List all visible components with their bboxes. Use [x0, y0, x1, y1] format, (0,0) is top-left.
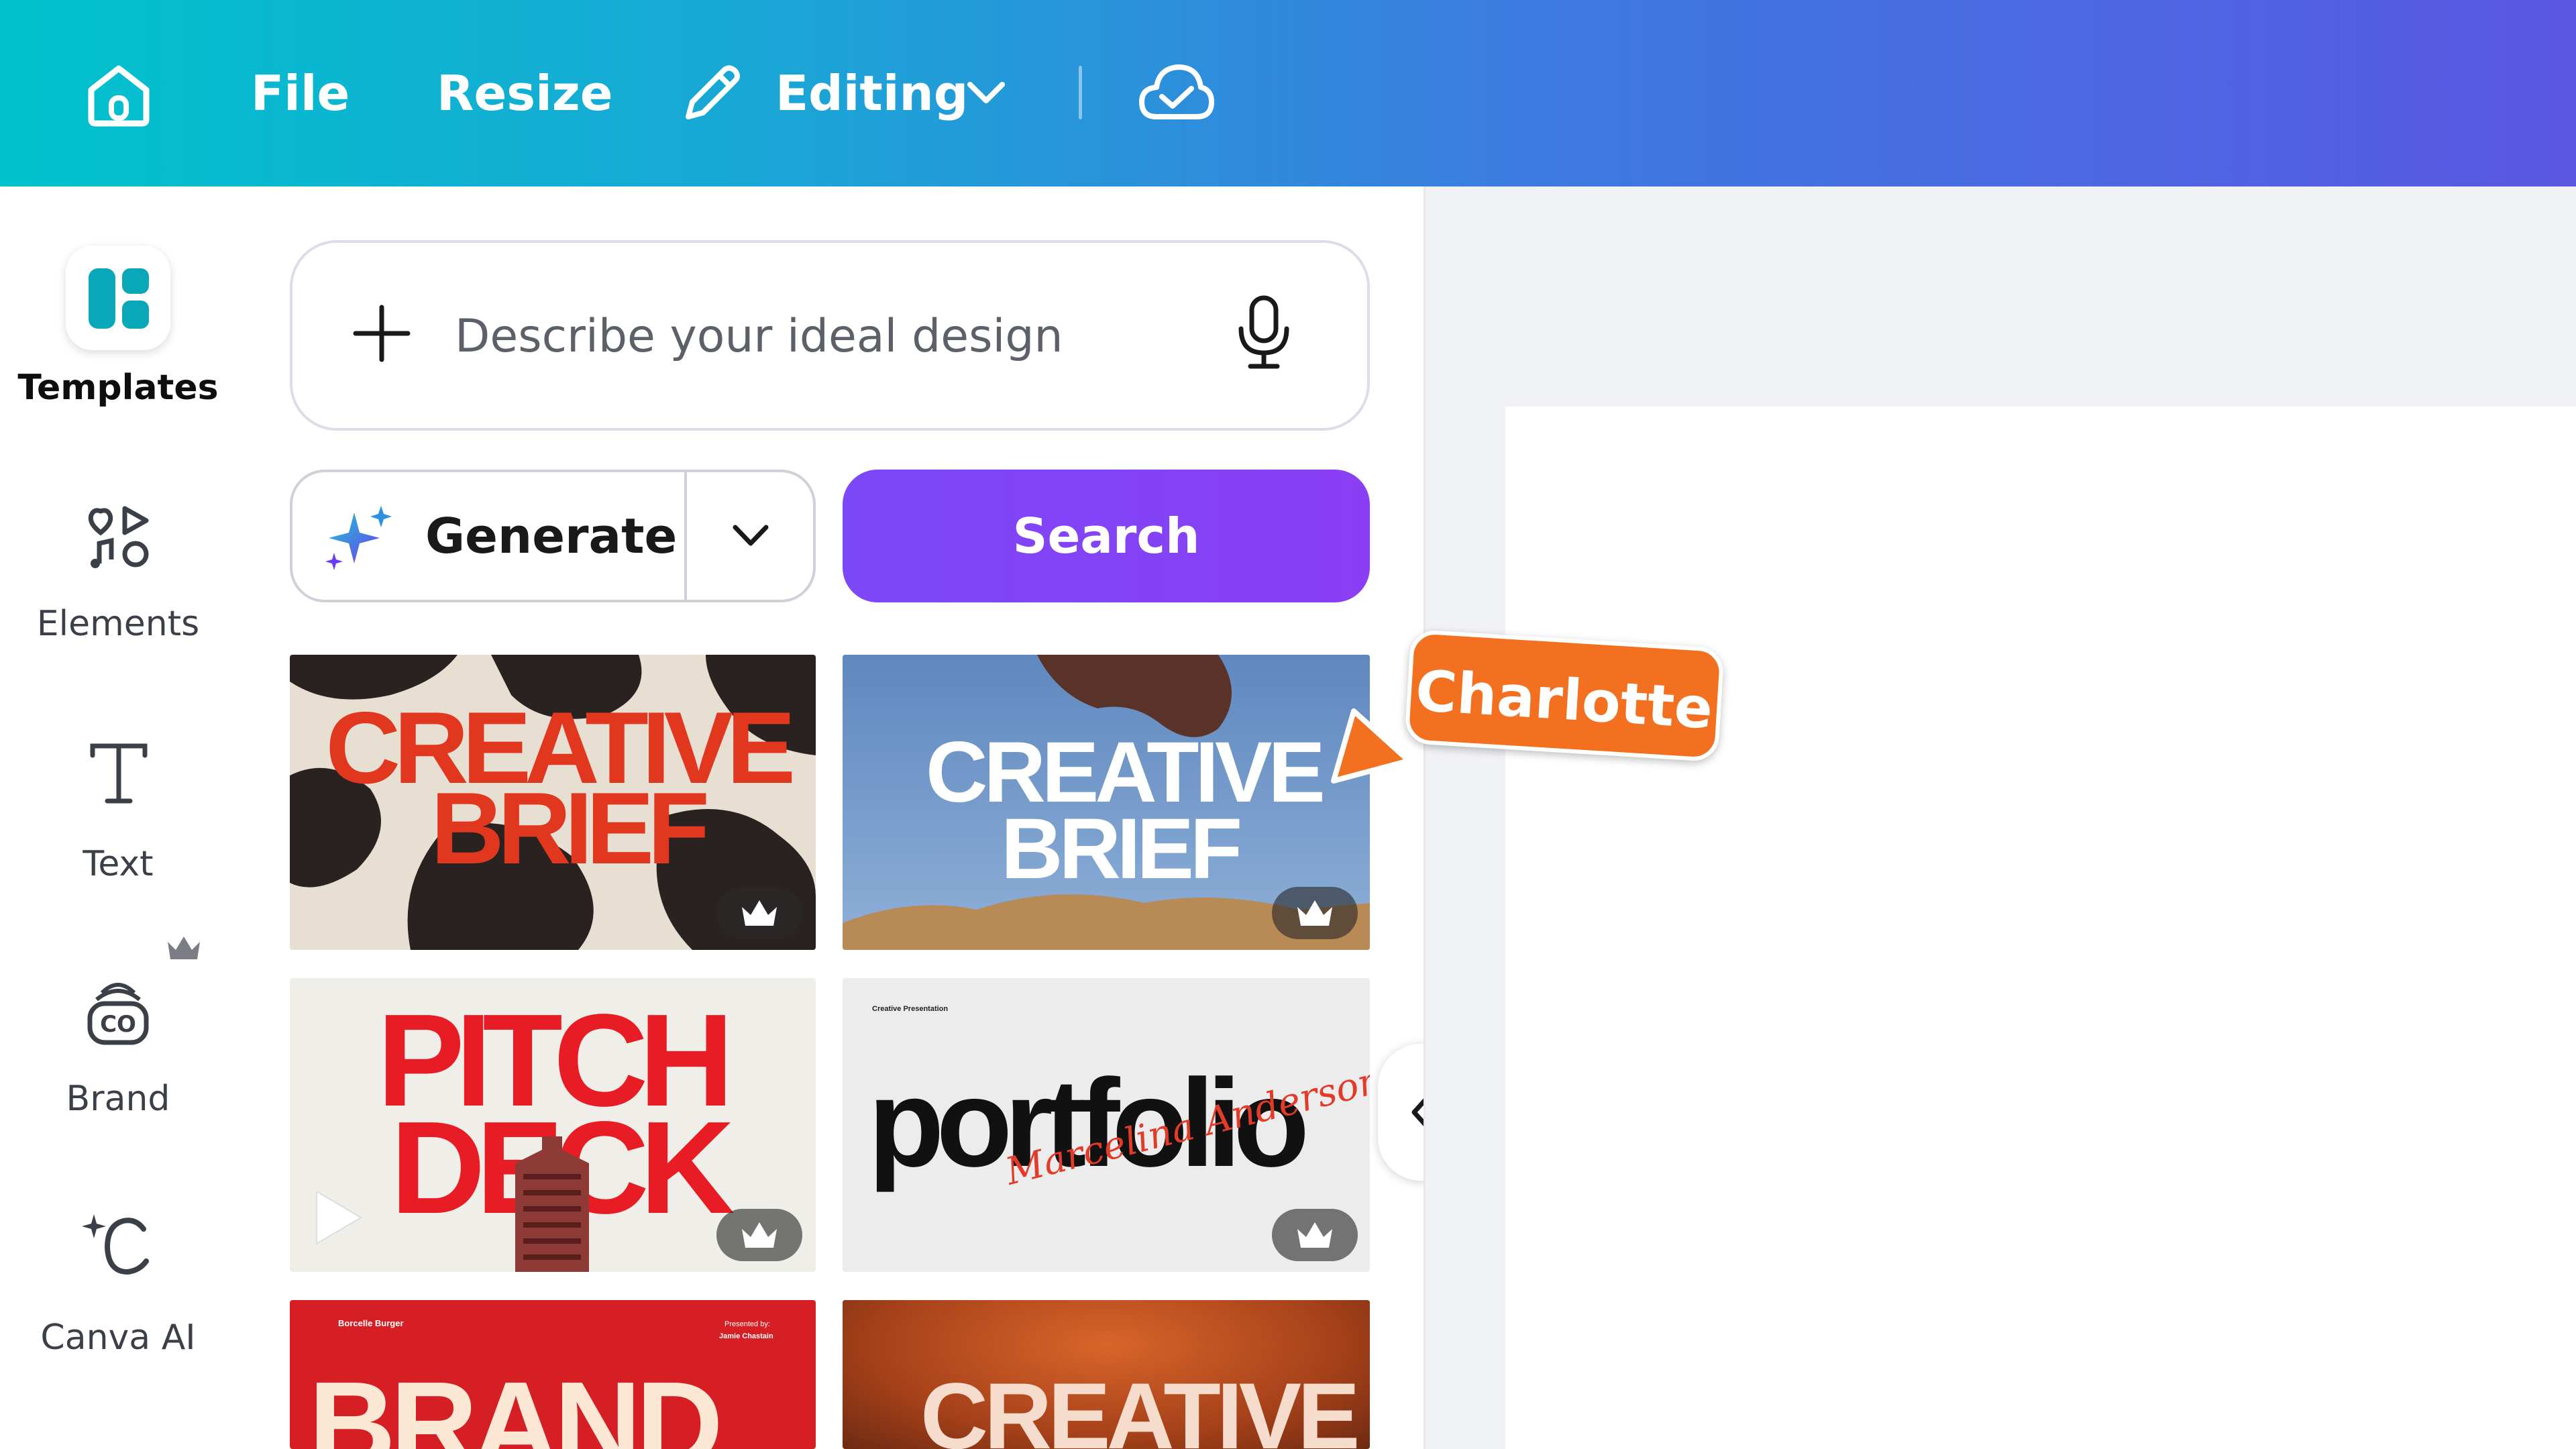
- template-card[interactable]: CREATIVE: [843, 1300, 1370, 1449]
- microphone-icon[interactable]: [1233, 295, 1295, 370]
- elements-icon: [88, 506, 149, 568]
- resize-button[interactable]: Resize: [437, 0, 613, 186]
- template-card[interactable]: Creative Presentation portfolio Marcelin…: [843, 978, 1370, 1272]
- chevron-down-icon: [733, 525, 769, 546]
- nav-label-elements: Elements: [36, 604, 200, 644]
- top-toolbar: File Resize Editing: [0, 0, 2576, 186]
- cloud-check-icon[interactable]: [1136, 59, 1216, 126]
- template-card[interactable]: CREATIVE BRIEF: [843, 655, 1370, 950]
- nav-label-templates: Templates: [17, 368, 219, 408]
- template-card[interactable]: PITCH DECK: [290, 978, 816, 1272]
- nav-item-canva-ai[interactable]: Canva AI: [0, 1208, 236, 1375]
- plus-icon[interactable]: [349, 301, 415, 366]
- design-prompt-input[interactable]: [453, 299, 1191, 373]
- brand-icon: CO: [87, 983, 149, 1045]
- nav-label-text: Text: [83, 844, 154, 884]
- generate-button[interactable]: Generate: [292, 472, 684, 600]
- generate-label: Generate: [425, 508, 678, 564]
- template-title: BRAND: [309, 1357, 723, 1449]
- crown-icon: [742, 1222, 777, 1248]
- nav-item-brand[interactable]: CO Brand: [0, 930, 236, 1138]
- chevron-down-icon[interactable]: [962, 72, 1010, 113]
- collaborator-name-tag: Charlotte: [1404, 629, 1725, 763]
- generate-split-button: Generate: [290, 470, 816, 602]
- crown-icon: [1297, 900, 1332, 926]
- file-menu-button[interactable]: File: [251, 0, 350, 186]
- templates-icon: [89, 268, 149, 329]
- toolbar-divider: [1079, 66, 1082, 119]
- template-card[interactable]: Borcelle Burger Presented by: Jamie Chas…: [290, 1300, 816, 1449]
- template-small-top-right: Presented by:: [724, 1320, 770, 1328]
- building-image: [515, 1136, 589, 1272]
- editing-mode-button[interactable]: Editing: [775, 0, 968, 186]
- nav-label-brand: Brand: [66, 1079, 170, 1119]
- template-card[interactable]: CREATIVE BRIEF: [290, 655, 816, 950]
- template-small-top-right: Jamie Chastain: [719, 1332, 773, 1340]
- premium-crown-icon: [168, 936, 200, 959]
- nav-item-elements[interactable]: Elements: [0, 496, 236, 657]
- template-title-line2: BRIEF: [1001, 801, 1242, 897]
- canva-ai-icon: [82, 1214, 149, 1275]
- template-title: CREATIVE: [920, 1363, 1360, 1449]
- template-small-heading: Creative Presentation: [872, 1005, 949, 1013]
- sparkle-icon: [325, 506, 392, 570]
- nav-item-text[interactable]: Text: [0, 735, 236, 896]
- crown-icon: [1297, 1222, 1332, 1248]
- text-icon: [90, 743, 148, 804]
- nav-label-canva-ai: Canva AI: [40, 1318, 196, 1358]
- template-title-line2: BRIEF: [431, 771, 710, 885]
- pencil-icon[interactable]: [676, 59, 746, 129]
- design-page[interactable]: [1505, 407, 2576, 1449]
- svg-text:CO: CO: [100, 1011, 136, 1038]
- generate-options-dropdown[interactable]: [687, 472, 813, 600]
- premium-badge: [716, 1209, 802, 1261]
- premium-badge: [716, 887, 802, 939]
- crown-icon: [742, 900, 777, 926]
- nav-item-templates[interactable]: Templates: [0, 241, 236, 423]
- premium-badge: [1272, 1209, 1358, 1261]
- search-button[interactable]: Search: [843, 470, 1370, 602]
- play-icon[interactable]: [311, 1187, 365, 1248]
- premium-badge: [1272, 887, 1358, 939]
- template-small-top-left: Borcelle Burger: [338, 1318, 404, 1328]
- home-icon[interactable]: [82, 60, 156, 127]
